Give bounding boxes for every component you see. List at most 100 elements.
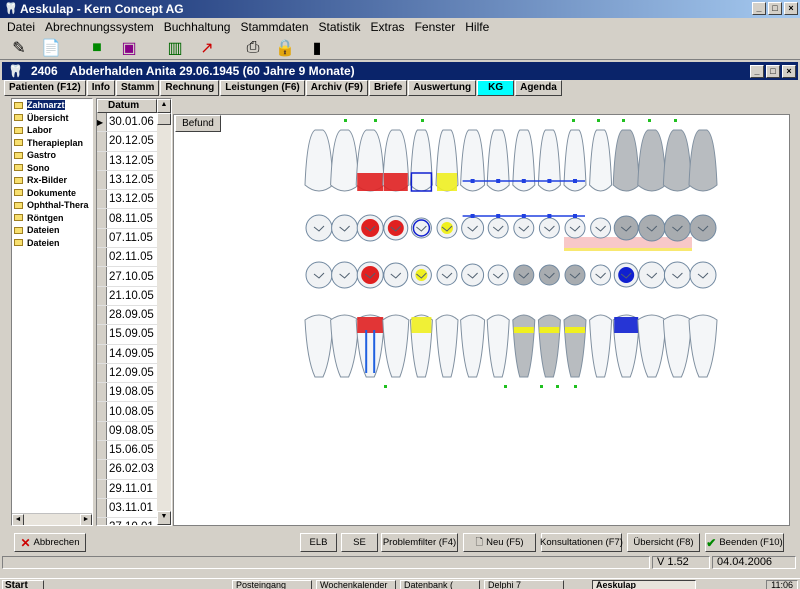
date-row[interactable]: 09.08.05 bbox=[97, 421, 157, 442]
tree-item-label: Röntgen bbox=[27, 212, 64, 223]
minimize-button[interactable]: _ bbox=[752, 2, 766, 15]
beenden-button[interactable]: ✔ Beenden (F10) bbox=[705, 533, 784, 552]
date-row[interactable]: 02.11.05 bbox=[97, 248, 157, 268]
scroll-down-icon[interactable]: ▼ bbox=[157, 511, 171, 525]
date-row[interactable]: 10.08.05 bbox=[97, 402, 157, 422]
lock-icon[interactable]: 🔒 bbox=[274, 37, 296, 59]
menu-hilfe[interactable]: Hilfe bbox=[460, 20, 494, 34]
folder-icon bbox=[14, 151, 23, 159]
se-button[interactable]: SE bbox=[341, 533, 378, 552]
taskbar-item-aeskulap[interactable]: Aeskulap bbox=[592, 580, 696, 589]
menu-abrechnungssystem[interactable]: Abrechnungssystem bbox=[40, 20, 159, 34]
date-row[interactable]: ▶ 30.01.06 bbox=[97, 113, 157, 133]
date-row[interactable]: 27.10.01 bbox=[97, 518, 157, 525]
befund-button[interactable]: Befund bbox=[175, 115, 221, 132]
tab-info[interactable]: Info bbox=[86, 80, 116, 96]
tab-kg[interactable]: KG bbox=[477, 80, 515, 96]
date-row[interactable]: 13.12.05 bbox=[97, 190, 157, 210]
tab-archiv[interactable]: Archiv (F9) bbox=[305, 80, 368, 96]
date-row[interactable]: 20.12.05 bbox=[97, 132, 157, 152]
tree-horizontal-scrollbar[interactable]: ◄ ► bbox=[12, 513, 92, 525]
date-row[interactable]: 21.10.05 bbox=[97, 286, 157, 306]
date-row[interactable]: 13.12.05 bbox=[97, 170, 157, 191]
tab-auswertung[interactable]: Auswertung bbox=[408, 80, 477, 96]
maximize-button[interactable]: □ bbox=[768, 2, 782, 15]
barcode-icon[interactable]: ▮ bbox=[306, 37, 328, 59]
scroll-thumb[interactable] bbox=[157, 113, 171, 125]
date-row[interactable]: 15.09.05 bbox=[97, 325, 157, 345]
date-row[interactable]: 03.11.01 bbox=[97, 498, 157, 519]
date-vertical-scrollbar[interactable]: ▲ ▼ bbox=[157, 99, 171, 525]
tree-item-label: Gastro bbox=[27, 150, 57, 161]
date-column-header[interactable]: Datum bbox=[97, 99, 157, 113]
scroll-right-icon[interactable]: ► bbox=[80, 514, 92, 525]
tree-item[interactable]: Gastro bbox=[12, 149, 92, 162]
date-row[interactable]: 07.11.05 bbox=[97, 228, 157, 249]
date-row[interactable]: 14.09.05 bbox=[97, 344, 157, 364]
tree-item[interactable]: Dokumente bbox=[12, 187, 92, 200]
tree-item[interactable]: Ophthal-Thera bbox=[12, 199, 92, 212]
taskbar-item-wochenkalender[interactable]: Wochenkalender bbox=[316, 580, 396, 589]
start-button[interactable]: Start bbox=[2, 580, 44, 589]
tree-item[interactable]: Übersicht bbox=[12, 112, 92, 125]
menu-datei[interactable]: Datei bbox=[2, 20, 40, 34]
date-row[interactable]: 26.02.03 bbox=[97, 460, 157, 480]
scroll-left-icon[interactable]: ◄ bbox=[12, 514, 24, 525]
tab-stamm[interactable]: Stamm bbox=[116, 80, 160, 96]
child-minimize-button[interactable]: _ bbox=[750, 65, 764, 78]
neu-button[interactable]: 🗋 Neu (F5) bbox=[463, 533, 536, 552]
lower-occlusal-tooth bbox=[590, 264, 612, 286]
dental-chart[interactable] bbox=[174, 115, 789, 525]
date-row[interactable]: 29.11.01 bbox=[97, 479, 157, 499]
taskbar-item-posteingang[interactable]: Posteingang bbox=[232, 580, 312, 589]
date-row[interactable]: 19.08.05 bbox=[97, 383, 157, 403]
tree-item[interactable]: Zahnarzt bbox=[12, 99, 92, 112]
cursor-icon[interactable]: ✎ bbox=[8, 37, 30, 59]
tree-item[interactable]: Therapieplan bbox=[12, 137, 92, 150]
close-button[interactable]: × bbox=[784, 2, 798, 15]
menu-extras[interactable]: Extras bbox=[366, 20, 410, 34]
problemfilter-button[interactable]: Problemfilter (F4) bbox=[381, 533, 458, 552]
date-row[interactable]: 28.09.05 bbox=[97, 305, 157, 326]
tree-item[interactable]: Röntgen bbox=[12, 212, 92, 225]
binder-icon[interactable]: ▥ bbox=[164, 37, 186, 59]
tree-item[interactable]: Dateien bbox=[12, 224, 92, 237]
tab-briefe[interactable]: Briefe bbox=[368, 80, 408, 96]
child-maximize-button[interactable]: □ bbox=[766, 65, 780, 78]
date-row[interactable]: 15.06.05 bbox=[97, 441, 157, 461]
lower-tooth bbox=[382, 314, 410, 378]
tree-item[interactable]: Rx-Bilder bbox=[12, 174, 92, 187]
taskbar-item-datenbank[interactable]: Datenbank ( bbox=[400, 580, 480, 589]
menu-statistik[interactable]: Statistik bbox=[314, 20, 366, 34]
scroll-up-icon[interactable]: ▲ bbox=[157, 99, 171, 113]
abbrechen-button[interactable]: ✕ Abbrechen bbox=[14, 533, 86, 552]
tab-rechnung[interactable]: Rechnung bbox=[160, 80, 220, 96]
date-row[interactable]: 12.09.05 bbox=[97, 363, 157, 384]
row-header bbox=[97, 460, 107, 479]
tree-item[interactable]: Dateien bbox=[12, 237, 92, 250]
chart-icon[interactable]: ↗ bbox=[196, 37, 218, 59]
marker-dot bbox=[344, 119, 347, 122]
tab-agenda[interactable]: Agenda bbox=[515, 80, 562, 96]
tree-item[interactable]: Sono bbox=[12, 162, 92, 175]
tab-leistungen[interactable]: Leistungen (F6) bbox=[220, 80, 305, 96]
printer-icon[interactable]: ⎙ bbox=[242, 37, 264, 59]
save-icon[interactable]: ▣ bbox=[118, 37, 140, 59]
tree-item[interactable]: Labor bbox=[12, 124, 92, 137]
upper-occlusal-tooth bbox=[513, 217, 535, 239]
date-row[interactable]: 27.10.05 bbox=[97, 267, 157, 287]
documents-icon[interactable]: 📄 bbox=[40, 37, 62, 59]
elb-button[interactable]: ELB bbox=[300, 533, 337, 552]
menu-stammdaten[interactable]: Stammdaten bbox=[235, 20, 313, 34]
menu-fenster[interactable]: Fenster bbox=[410, 20, 461, 34]
money-icon[interactable]: ■ bbox=[86, 37, 108, 59]
konsultationen-button[interactable]: Konsultationen (F7) bbox=[540, 533, 623, 552]
date-row[interactable]: 13.12.05 bbox=[97, 151, 157, 171]
menu-buchhaltung[interactable]: Buchhaltung bbox=[159, 20, 236, 34]
child-close-button[interactable]: × bbox=[782, 65, 796, 78]
uebersicht-button[interactable]: Übersicht (F8) bbox=[627, 533, 700, 552]
date-row[interactable]: 08.11.05 bbox=[97, 209, 157, 229]
tab-patienten[interactable]: Patienten (F12) bbox=[4, 80, 86, 96]
taskbar-item-delphi[interactable]: Delphi 7 bbox=[484, 580, 564, 589]
upper-occlusal-tooth bbox=[487, 217, 509, 239]
